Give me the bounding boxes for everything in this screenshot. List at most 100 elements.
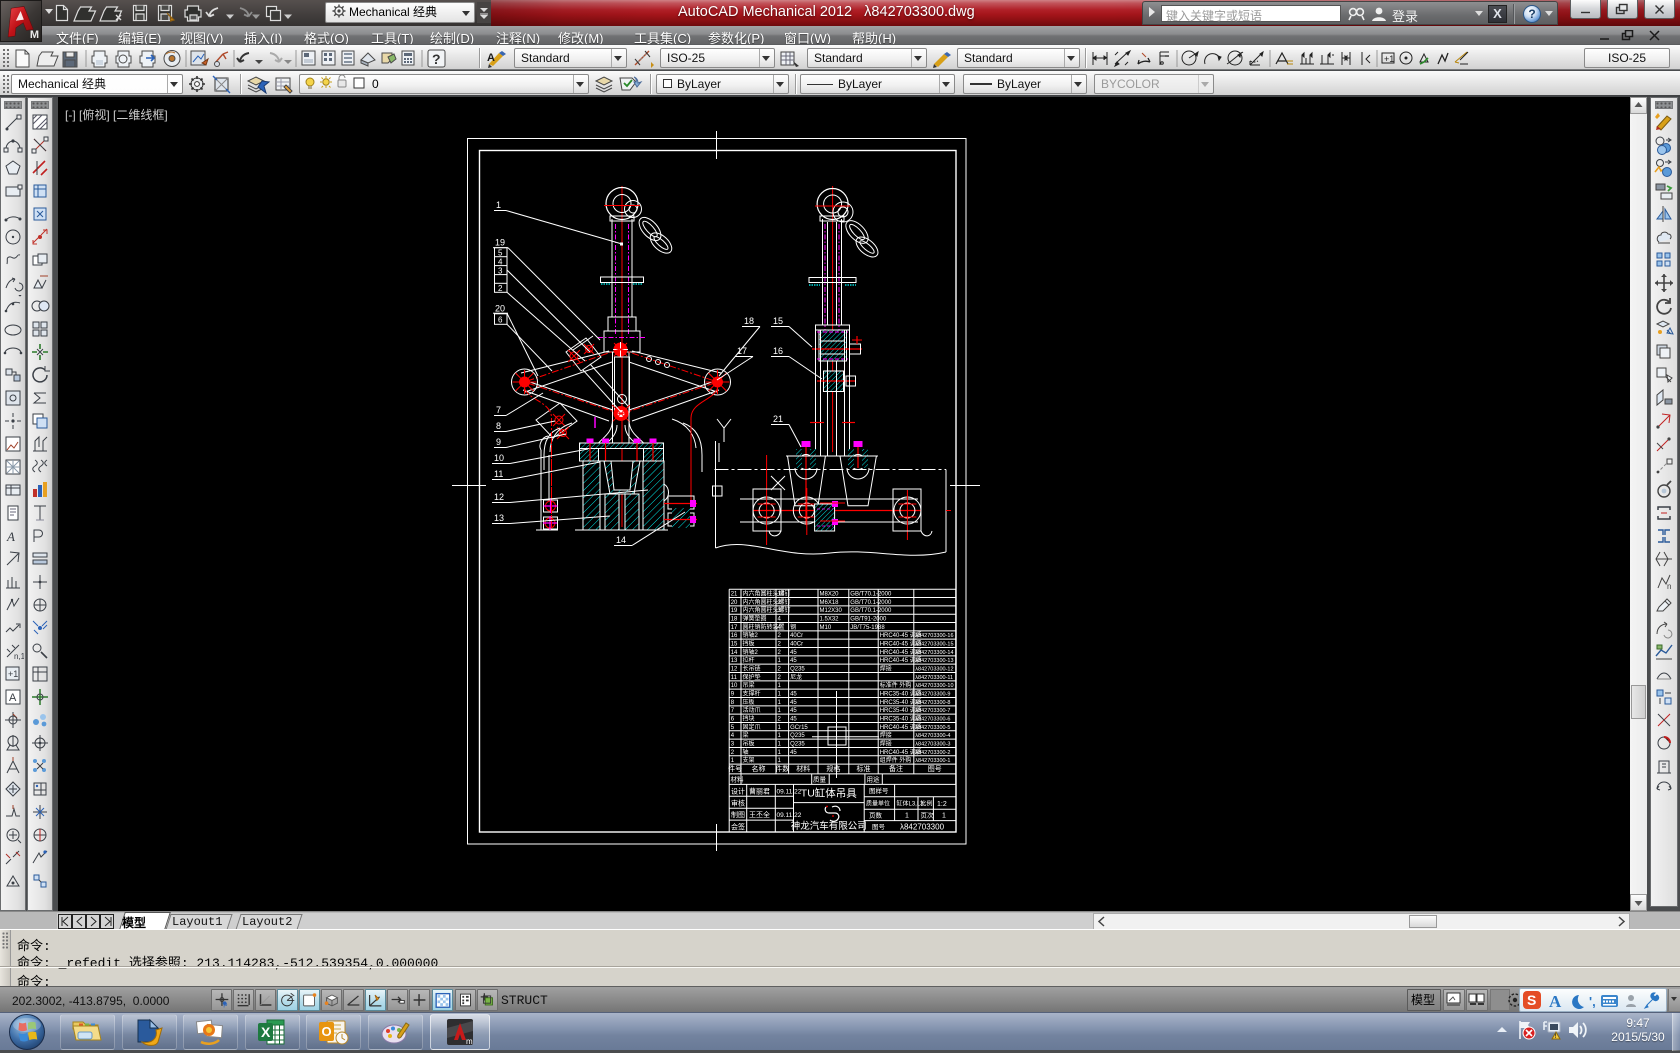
svg-text:会签: 会签	[731, 822, 745, 831]
svg-text:审核: 审核	[731, 798, 745, 807]
svg-text:21: 21	[731, 592, 738, 598]
svg-text:压板: 压板	[743, 698, 755, 706]
svg-text:9: 9	[496, 437, 501, 447]
svg-text:销轴2: 销轴2	[743, 648, 759, 656]
svg-text:λ842703300-6: λ842703300-6	[915, 716, 950, 722]
svg-text:λ842703300-11: λ842703300-11	[915, 675, 953, 681]
svg-text:45: 45	[790, 708, 797, 714]
svg-text:Q235: Q235	[790, 666, 805, 672]
svg-text:2: 2	[778, 675, 782, 681]
svg-text:45: 45	[790, 650, 797, 656]
svg-text:1: 1	[942, 813, 946, 820]
svg-text:2: 2	[778, 641, 782, 647]
svg-text:18: 18	[744, 316, 754, 326]
svg-text:20: 20	[731, 600, 738, 606]
svg-text:A: A	[9, 692, 17, 704]
svg-text:14: 14	[616, 535, 626, 545]
svg-text:S: S	[1527, 992, 1536, 1008]
svg-text:A: A	[487, 52, 495, 64]
svg-text:质量单位: 质量单位	[866, 800, 890, 808]
svg-text:?: ?	[432, 51, 441, 67]
svg-text:19: 19	[731, 608, 738, 614]
svg-text:Q235: Q235	[790, 741, 805, 747]
svg-text:4: 4	[778, 616, 782, 622]
svg-text:45: 45	[790, 750, 797, 756]
svg-text:比例: 比例	[921, 800, 933, 808]
svg-text:14: 14	[731, 650, 738, 656]
svg-text:45: 45	[790, 658, 797, 664]
svg-text:λ842703300-7: λ842703300-7	[915, 708, 950, 714]
svg-text:销轴2: 销轴2	[743, 631, 759, 639]
svg-text:λ842703300-14: λ842703300-14	[915, 650, 953, 656]
svg-text:3: 3	[498, 266, 503, 275]
svg-text:材料: 材料	[731, 775, 745, 784]
svg-text:1: 1	[496, 200, 501, 210]
svg-text:2: 2	[731, 750, 735, 756]
svg-text:λ842703300-5: λ842703300-5	[915, 725, 950, 731]
svg-text:2: 2	[778, 716, 782, 722]
svg-text:+1: +1	[1384, 54, 1394, 64]
svg-text:GB/T91-2000: GB/T91-2000	[850, 616, 887, 622]
svg-text:神龙汽车有限公司: 神龙汽车有限公司	[791, 820, 867, 832]
svg-text:质量: 质量	[813, 775, 827, 784]
svg-text:λ842703300-9: λ842703300-9	[915, 691, 950, 697]
svg-text:n: n	[1667, 582, 1671, 591]
svg-text:m: m	[466, 1037, 473, 1046]
svg-text:2: 2	[778, 650, 782, 656]
svg-text:+1: +1	[8, 669, 18, 679]
svg-text:45: 45	[790, 700, 797, 706]
svg-text:45: 45	[790, 691, 797, 697]
svg-text:1: 1	[778, 700, 782, 706]
svg-text:!: !	[1555, 1034, 1557, 1040]
svg-text:11: 11	[731, 675, 738, 681]
svg-text:页次: 页次	[921, 811, 935, 820]
svg-text:1: 1	[905, 813, 909, 820]
svg-text:图样号: 图样号	[869, 786, 889, 795]
svg-text:Q235: Q235	[790, 733, 805, 739]
svg-text:M10: M10	[820, 625, 832, 631]
svg-text:设计: 设计	[731, 786, 745, 795]
svg-text:O: O	[322, 1024, 332, 1039]
svg-text:λ842703300-10: λ842703300-10	[915, 683, 953, 689]
svg-text:X: X	[261, 1024, 271, 1040]
svg-text:18: 18	[731, 616, 738, 622]
svg-text:17: 17	[737, 346, 747, 356]
svg-text:GB/T70.1-2000: GB/T70.1-2000	[850, 608, 892, 614]
svg-text:λ842703300-16: λ842703300-16	[915, 633, 953, 639]
svg-text:1.5X32: 1.5X32	[820, 616, 840, 622]
svg-text:13: 13	[731, 658, 738, 664]
svg-text:19: 19	[495, 238, 505, 248]
svg-text:吊板: 吊板	[743, 739, 755, 747]
svg-text:钢: 钢	[790, 623, 796, 631]
svg-text:1: 1	[778, 725, 782, 731]
svg-text:5: 5	[731, 725, 735, 731]
svg-text:挡块: 挡块	[743, 714, 755, 722]
svg-text:P: P	[223, 1003, 227, 1010]
svg-text:14: 14	[778, 592, 785, 598]
svg-text:M8X20: M8X20	[820, 592, 840, 598]
svg-text:保护垫: 保护垫	[743, 673, 761, 681]
svg-text:λ842703300-3: λ842703300-3	[915, 741, 950, 747]
svg-text:TU缸体吊具: TU缸体吊具	[801, 787, 857, 800]
svg-text:5: 5	[498, 249, 503, 258]
svg-text:7: 7	[731, 708, 735, 714]
svg-text:标准: 标准	[857, 764, 871, 773]
svg-text:20: 20	[495, 304, 505, 314]
svg-text:0: 0	[372, 77, 379, 91]
svg-text:10: 10	[494, 453, 504, 463]
svg-text:15: 15	[731, 641, 738, 647]
svg-text:n,1: n,1	[14, 652, 24, 661]
svg-text:4: 4	[498, 257, 503, 266]
svg-text:λ842703300-12: λ842703300-12	[915, 666, 953, 672]
svg-text:1: 1	[778, 750, 782, 756]
svg-text:内六角圆柱头螺钉: 内六角圆柱头螺钉	[743, 598, 791, 606]
svg-text:45: 45	[790, 716, 797, 722]
svg-text:内六角圆柱头螺钉: 内六角圆柱头螺钉	[743, 606, 791, 614]
svg-text:λ842703300-2: λ842703300-2	[915, 750, 950, 756]
svg-text:16: 16	[731, 633, 738, 639]
svg-text:8: 8	[496, 421, 501, 431]
svg-text:7: 7	[496, 405, 501, 415]
svg-text:M12X30: M12X30	[820, 608, 843, 614]
svg-text:2: 2	[498, 284, 503, 293]
svg-text:1: 1	[778, 658, 782, 664]
